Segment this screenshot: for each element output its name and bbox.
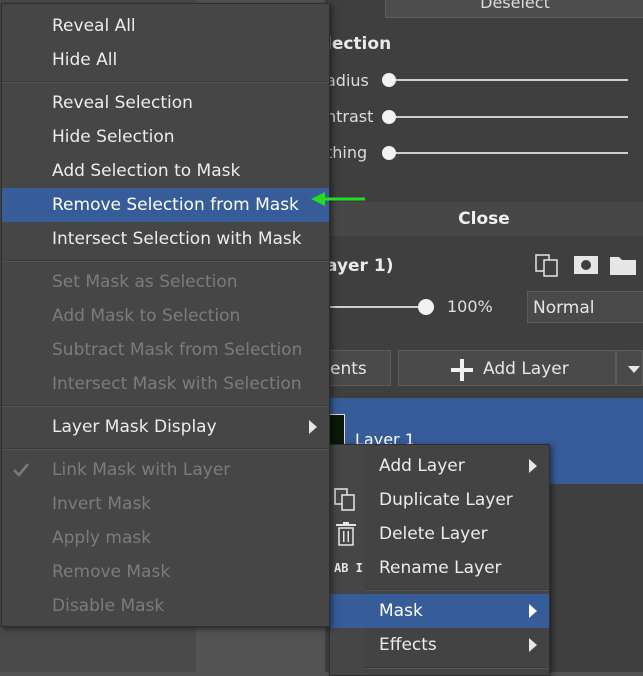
menu-item-label: Link Mask with Layer (52, 460, 231, 480)
annotation-arrow-icon (309, 189, 367, 213)
layer-panel-title: ayer 1) (326, 256, 394, 276)
menu-separator (2, 405, 329, 407)
contrast-slider-track[interactable] (388, 116, 628, 118)
smoothing-label: thing (326, 143, 368, 162)
menu-item-delete-layer[interactable]: Delete Layer (365, 517, 549, 551)
plus-icon (451, 358, 473, 394)
menu-item-subtract-mask-from-selection: Subtract Mask from Selection (52, 340, 303, 360)
menu-item-label: Effects (379, 635, 437, 655)
add-layer-button[interactable]: Add Layer (398, 350, 616, 386)
contrast-label: ntrast (326, 107, 374, 126)
menu-item-reveal-all[interactable]: Reveal All (2, 9, 329, 43)
layer-context-menu: Add Layer Duplicate Layer Delete Layer R… (329, 444, 550, 676)
menu-item-label: Add Layer (379, 456, 465, 476)
opacity-value: 100% (447, 297, 493, 316)
menu-item-label: Layer Mask Display (52, 417, 217, 437)
menu-item-remove-selection-from-mask[interactable]: Remove Selection from Mask (2, 188, 329, 222)
menu-item-invert-mask: Invert Mask (52, 494, 152, 514)
menu-item-hide-all[interactable]: Hide All (2, 43, 329, 77)
adjustments-button[interactable]: ents (325, 350, 391, 386)
submenu-arrow-icon (529, 604, 537, 618)
menu-separator (2, 448, 329, 450)
menu-item-intersect-selection-with-mask[interactable]: Intersect Selection with Mask (2, 222, 329, 256)
menu-item-label: Delete Layer (379, 524, 488, 544)
menu-item-layer-mask-display[interactable]: Layer Mask Display (2, 410, 329, 444)
menu-separator (2, 260, 329, 262)
duplicate-icon (333, 488, 357, 516)
menu-item-label: Duplicate Layer (379, 490, 513, 510)
submenu-arrow-icon (529, 638, 537, 652)
smoothing-slider-knob[interactable] (382, 146, 396, 160)
radius-slider-knob[interactable] (382, 73, 396, 87)
menu-item-mask[interactable]: Mask (330, 594, 549, 628)
selection-section-title: lection (326, 34, 392, 54)
radius-slider-track[interactable] (388, 79, 628, 81)
menu-item-remove-mask: Remove Mask (52, 562, 171, 582)
contrast-slider-knob[interactable] (382, 110, 396, 124)
menu-item-link-mask-with-layer: Link Mask with Layer (2, 453, 329, 487)
menu-item-add-selection-to-mask[interactable]: Add Selection to Mask (2, 154, 329, 188)
duplicate-icon[interactable] (535, 253, 561, 281)
blend-mode-select[interactable]: Normal (527, 291, 643, 323)
menu-separator (365, 589, 549, 591)
menu-item-rename-layer[interactable]: Rename Layer (365, 551, 549, 585)
menu-item-add-mask-to-selection: Add Mask to Selection (52, 306, 241, 326)
radius-label: adius (326, 71, 369, 90)
deselect-button[interactable]: Deselect (385, 0, 643, 18)
menu-item-label: Rename Layer (379, 558, 502, 578)
menu-separator (365, 667, 549, 669)
menu-item-set-mask-as-selection: Set Mask as Selection (52, 272, 238, 292)
submenu-arrow-icon (529, 459, 537, 473)
submenu-arrow-icon (309, 420, 317, 434)
add-layer-dropdown[interactable] (616, 350, 643, 386)
menu-item-hide-selection[interactable]: Hide Selection (2, 120, 329, 154)
mask-icon[interactable] (573, 255, 599, 279)
chevron-down-icon (628, 366, 640, 373)
menu-item-label: Mask (379, 601, 423, 621)
menu-item-effects[interactable]: Effects (365, 628, 549, 662)
menu-item-add-layer[interactable]: Add Layer (365, 449, 549, 483)
menu-item-apply-mask: Apply mask (52, 528, 152, 548)
rename-icon: AB I (334, 561, 363, 575)
mask-submenu: Reveal All Hide All Reveal Selection Hid… (1, 3, 330, 627)
close-button[interactable]: Close (325, 202, 643, 236)
opacity-slider-track[interactable] (325, 306, 425, 308)
menu-item-reveal-selection[interactable]: Reveal Selection (2, 86, 329, 120)
menu-separator (2, 81, 329, 83)
opacity-slider-knob[interactable] (418, 299, 434, 315)
menu-item-duplicate-layer[interactable]: Duplicate Layer (365, 483, 549, 517)
menu-item-disable-mask: Disable Mask (52, 596, 165, 616)
smoothing-slider-track[interactable] (388, 152, 628, 154)
trash-icon (336, 522, 356, 550)
menu-item-intersect-mask-with-selection: Intersect Mask with Selection (52, 374, 302, 394)
folder-icon[interactable] (609, 254, 637, 280)
add-layer-label: Add Layer (483, 359, 569, 379)
